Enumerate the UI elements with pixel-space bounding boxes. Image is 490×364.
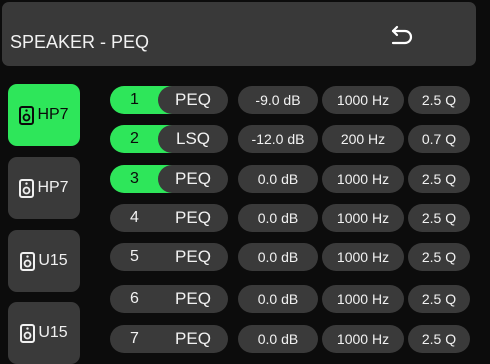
filter-type-button[interactable]: PEQ: [158, 285, 228, 313]
speaker-label: U15: [38, 252, 68, 269]
speaker-icon: [19, 178, 35, 198]
gain-value[interactable]: 0.0 dB: [238, 285, 318, 313]
speaker-label: U15: [38, 324, 68, 341]
filter-type-button[interactable]: LSQ: [158, 125, 228, 153]
gain-value[interactable]: -12.0 dB: [238, 125, 318, 153]
q-value[interactable]: 2.5 Q: [408, 204, 470, 232]
q-value[interactable]: 2.5 Q: [408, 285, 470, 313]
q-value[interactable]: 2.5 Q: [408, 86, 470, 114]
frequency-value[interactable]: 1000 Hz: [322, 86, 404, 114]
filter-type-button[interactable]: PEQ: [158, 325, 228, 353]
eq-band-row-2: 2 LSQ -12.0 dB 200 Hz 0.7 Q: [110, 125, 470, 153]
q-value[interactable]: 2.5 Q: [408, 165, 470, 193]
speaker-button-2[interactable]: HP7: [8, 157, 80, 219]
speaker-icon: [19, 105, 35, 125]
filter-type-button[interactable]: PEQ: [158, 243, 228, 271]
header-bar: SPEAKER - PEQ: [2, 2, 476, 66]
eq-band-row-5: 5 PEQ 0.0 dB 1000 Hz 2.5 Q: [110, 243, 470, 271]
frequency-value[interactable]: 1000 Hz: [322, 325, 404, 353]
speaker-icon: [20, 323, 36, 343]
frequency-value[interactable]: 1000 Hz: [322, 204, 404, 232]
frequency-value[interactable]: 1000 Hz: [322, 165, 404, 193]
eq-band-row-4: 4 PEQ 0.0 dB 1000 Hz 2.5 Q: [110, 204, 470, 232]
return-arrow-icon[interactable]: [386, 24, 414, 48]
gain-value[interactable]: -9.0 dB: [238, 86, 318, 114]
frequency-value[interactable]: 1000 Hz: [322, 285, 404, 313]
filter-type-button[interactable]: PEQ: [158, 86, 228, 114]
filter-type-button[interactable]: PEQ: [158, 204, 228, 232]
eq-band-row-7: 7 PEQ 0.0 dB 1000 Hz 2.5 Q: [110, 325, 470, 353]
q-value[interactable]: 2.5 Q: [408, 243, 470, 271]
gain-value[interactable]: 0.0 dB: [238, 325, 318, 353]
speaker-button-4[interactable]: U15: [8, 302, 80, 364]
q-value[interactable]: 2.5 Q: [408, 325, 470, 353]
speaker-label: HP7: [37, 106, 69, 123]
speaker-button-1[interactable]: HP7: [8, 84, 80, 146]
frequency-value[interactable]: 1000 Hz: [322, 243, 404, 271]
speaker-label: HP7: [37, 179, 69, 196]
eq-band-row-1: 1 PEQ -9.0 dB 1000 Hz 2.5 Q: [110, 86, 470, 114]
eq-band-row-6: 6 PEQ 0.0 dB 1000 Hz 2.5 Q: [110, 285, 470, 313]
gain-value[interactable]: 0.0 dB: [238, 243, 318, 271]
page-title: SPEAKER - PEQ: [10, 32, 150, 52]
eq-band-row-3: 3 PEQ 0.0 dB 1000 Hz 2.5 Q: [110, 165, 470, 193]
gain-value[interactable]: 0.0 dB: [238, 204, 318, 232]
filter-type-button[interactable]: PEQ: [158, 165, 228, 193]
speaker-button-3[interactable]: U15: [8, 230, 80, 292]
frequency-value[interactable]: 200 Hz: [322, 125, 404, 153]
q-value[interactable]: 0.7 Q: [408, 125, 470, 153]
gain-value[interactable]: 0.0 dB: [238, 165, 318, 193]
speaker-icon: [20, 251, 36, 271]
